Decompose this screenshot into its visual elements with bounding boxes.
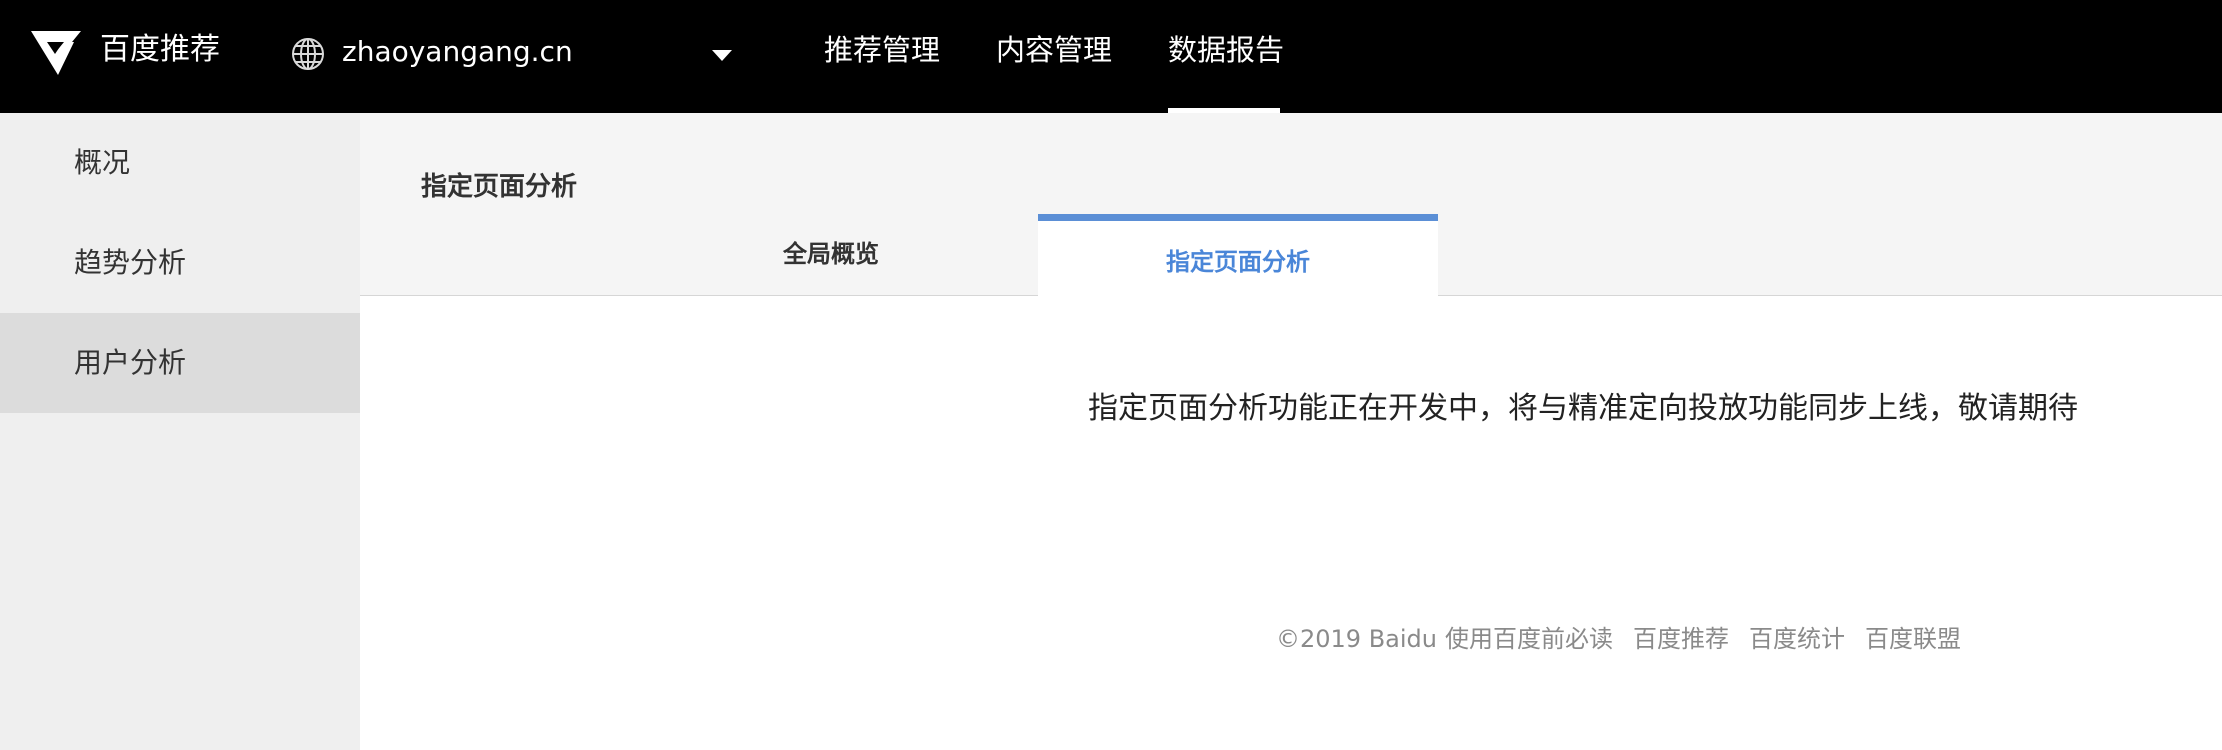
globe-icon [292,38,324,70]
sidebar-item-label: 概况 [74,146,131,179]
sidebar-item-label: 用户分析 [74,346,187,379]
brand-name[interactable]: 百度推荐 [100,30,220,70]
footer-link-baidu-recommend[interactable]: 百度推荐 [1633,622,1729,656]
baidu-recommend-logo-icon[interactable] [28,28,84,78]
footer: ©2019 Baidu 使用百度前必读 百度推荐 百度统计 百度联盟 [1276,622,1961,656]
tab-global-overview[interactable]: 全局概览 [691,225,971,295]
sidebar-item-label: 趋势分析 [74,246,187,279]
sidebar-item-overview[interactable]: 概况 [0,113,360,213]
top-navigation-bar: 百度推荐 zhaoyangang.cn 推荐管理 内容管理 数据报告 [0,0,2222,113]
sidebar: 概况 趋势分析 用户分析 [0,113,360,750]
nav-content-management[interactable]: 内容管理 [996,30,1112,70]
page-title: 指定页面分析 [421,172,578,202]
footer-link-terms[interactable]: 使用百度前必读 [1445,622,1613,656]
footer-link-baidu-union[interactable]: 百度联盟 [1865,622,1961,656]
site-selector[interactable]: zhaoyangang.cn [290,34,732,78]
tab-label: 指定页面分析 [1166,248,1310,276]
sidebar-item-user-analysis[interactable]: 用户分析 [0,313,360,413]
tab-page-analysis[interactable]: 指定页面分析 [1038,214,1438,296]
caret-down-icon[interactable] [712,50,732,61]
main-header: 指定页面分析 全局概览 指定页面分析 [360,113,2222,296]
sidebar-item-trend-analysis[interactable]: 趋势分析 [0,213,360,313]
nav-recommend-management[interactable]: 推荐管理 [824,30,940,70]
footer-link-baidu-tongji[interactable]: 百度统计 [1749,622,1845,656]
copyright-text: ©2019 Baidu [1276,625,1437,653]
development-notice: 指定页面分析功能正在开发中，将与精准定向投放功能同步上线，敬请期待 [1088,391,2078,426]
nav-data-report[interactable]: 数据报告 [1168,30,1284,70]
tab-label: 全局概览 [783,240,879,268]
site-name: zhaoyangang.cn [342,35,573,68]
